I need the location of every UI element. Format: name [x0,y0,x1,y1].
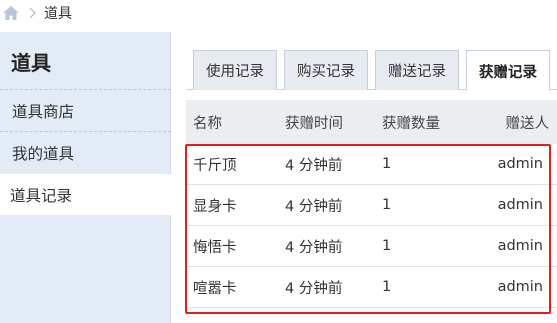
received-time: 4 分钟前 [285,157,343,174]
table-row: 悔悟卡 4 分钟前 1 admin [186,226,557,267]
breadcrumb: 道具 [0,0,557,26]
sidebar-title: 道具 [11,51,51,75]
table-row: 显身卡 4 分钟前 1 admin [186,185,557,226]
chevron-right-icon [29,7,36,19]
item-name: 显身卡 [193,198,237,215]
giver-link[interactable]: admin [498,185,543,225]
table-header: 名称 获赠时间 获赠数量 赠送人 [186,100,557,144]
received-time: 4 分钟前 [285,198,343,215]
table-row: 喧嚣卡 4 分钟前 1 admin [186,267,557,308]
received-count: 1 [382,156,392,172]
home-icon[interactable] [2,5,20,21]
received-count: 1 [382,238,392,254]
giver-link[interactable]: admin [498,267,543,307]
sidebar-item-label: 道具商店 [12,102,75,121]
received-time: 4 分钟前 [285,239,343,256]
sidebar-item-label: 我的道具 [12,144,75,163]
item-name: 千斤顶 [193,157,237,174]
item-name: 悔悟卡 [193,239,237,256]
sidebar-item-records[interactable]: 道具记录 [0,174,172,215]
tab-usage-records[interactable]: 使用记录 [193,50,277,90]
giver-link[interactable]: admin [498,226,543,266]
tab-gift-received-records[interactable]: 获赠记录 [466,50,550,91]
tab-bar: 使用记录 购买记录 赠送记录 获赠记录 [186,50,557,91]
sidebar-item-my-items[interactable]: 我的道具 [0,131,171,173]
column-header-name: 名称 [193,115,222,132]
item-name: 喧嚣卡 [193,280,237,297]
sidebar-item-shop[interactable]: 道具商店 [0,89,171,131]
column-header-count: 获赠数量 [382,115,440,132]
received-count: 1 [382,279,392,295]
received-count: 1 [382,197,392,213]
table-row: 千斤顶 4 分钟前 1 admin [186,144,557,185]
breadcrumb-current[interactable]: 道具 [44,3,72,23]
giver-link[interactable]: admin [498,144,543,184]
sidebar-item-label: 道具记录 [10,186,73,205]
received-time: 4 分钟前 [285,280,343,297]
column-header-giver: 赠送人 [505,115,550,132]
column-header-time: 获赠时间 [285,115,343,132]
tab-purchase-records[interactable]: 购买记录 [284,50,368,90]
tab-gift-sent-records[interactable]: 赠送记录 [375,50,459,90]
